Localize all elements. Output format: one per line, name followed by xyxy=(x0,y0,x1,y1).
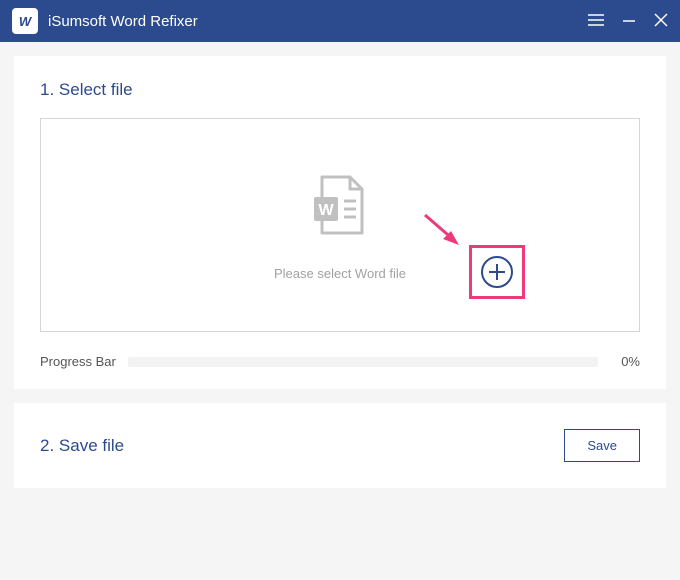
progress-percent: 0% xyxy=(610,354,640,369)
save-button[interactable]: Save xyxy=(564,429,640,462)
save-file-panel: 2. Save file Save xyxy=(14,403,666,488)
titlebar: W iSumsoft Word Refixer xyxy=(0,0,680,42)
app-title: iSumsoft Word Refixer xyxy=(48,13,588,30)
add-file-button[interactable] xyxy=(481,256,513,288)
annotation-arrow-icon xyxy=(421,211,465,251)
app-logo-text: W xyxy=(19,14,31,29)
word-document-icon: W xyxy=(304,169,376,246)
window-controls xyxy=(588,12,668,30)
step2-heading: 2. Save file xyxy=(40,436,124,456)
content-area: 1. Select file W Please select Word file xyxy=(0,42,680,502)
progress-row: Progress Bar 0% xyxy=(40,354,640,369)
close-icon[interactable] xyxy=(654,12,668,30)
file-dropzone[interactable]: W Please select Word file xyxy=(40,118,640,332)
select-file-prompt: Please select Word file xyxy=(274,266,406,281)
svg-text:W: W xyxy=(318,202,334,219)
minimize-icon[interactable] xyxy=(622,12,636,30)
step1-heading: 1. Select file xyxy=(40,80,640,100)
app-logo-icon: W xyxy=(12,8,38,34)
progress-bar xyxy=(128,357,598,367)
progress-label: Progress Bar xyxy=(40,354,116,369)
menu-icon[interactable] xyxy=(588,12,604,30)
select-file-panel: 1. Select file W Please select Word file xyxy=(14,56,666,389)
annotation-highlight-box xyxy=(469,245,525,299)
